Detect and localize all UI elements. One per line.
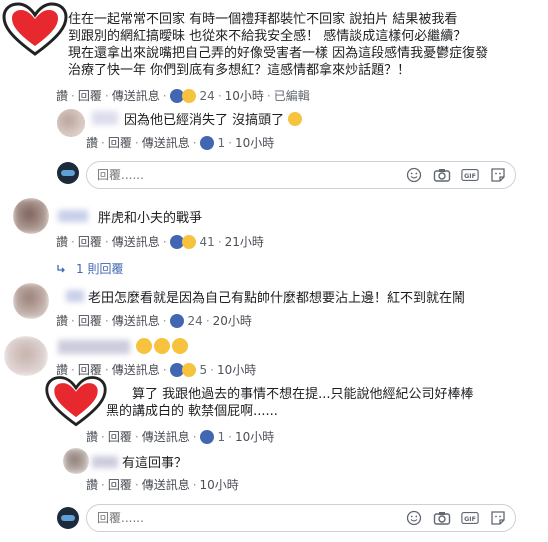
emoji-icon[interactable] xyxy=(405,166,423,184)
reaction-emojis xyxy=(136,338,188,354)
reaction-count[interactable]: 1 xyxy=(199,135,225,150)
reply-link[interactable]: 回覆 xyxy=(108,476,132,493)
avatar[interactable] xyxy=(13,283,49,319)
timestamp[interactable]: 21小時 xyxy=(225,233,264,250)
timestamp[interactable]: 10小時 xyxy=(235,134,274,151)
timestamp[interactable]: 10小時 xyxy=(225,87,264,104)
svg-text:GIF: GIF xyxy=(464,516,476,523)
scream-emoji-icon xyxy=(136,338,152,354)
timestamp[interactable]: 10小時 xyxy=(217,361,256,378)
scream-emoji-icon xyxy=(172,338,188,354)
reaction-count[interactable]: 24 xyxy=(169,88,215,103)
avatar[interactable] xyxy=(57,109,85,137)
send-message-link[interactable]: 傳送訊息 xyxy=(142,476,190,493)
like-link[interactable]: 讚 xyxy=(56,87,68,104)
reply-link[interactable]: 回覆 xyxy=(108,428,132,445)
reply-link[interactable]: 回覆 xyxy=(78,87,102,104)
laughing-emoji-icon xyxy=(288,112,303,126)
wow-reaction-icon xyxy=(181,362,196,377)
comment-text: 老田怎麼看就是因為自己有點帥什麼都想要沾上邊！紅不到就在鬧 xyxy=(88,291,466,306)
comment-actions: 讚 · 回覆 · 傳送訊息 · 24 · 10小時 · 已編輯 xyxy=(56,87,310,104)
like-reaction-icon xyxy=(169,313,184,328)
username-redacted xyxy=(92,456,118,468)
reaction-count[interactable]: 41 xyxy=(169,234,215,249)
heart-sticker-icon xyxy=(0,2,70,58)
reply-text: 有這回事？ xyxy=(122,456,188,471)
reaction-count[interactable]: 5 xyxy=(169,362,207,377)
edited-label[interactable]: 已編輯 xyxy=(274,87,310,104)
wow-reaction-icon xyxy=(181,88,196,103)
reply-actions: 讚 · 回覆 · 傳送訊息 · 10小時 xyxy=(86,476,239,493)
send-message-link[interactable]: 傳送訊息 xyxy=(112,87,160,104)
comment-actions: 讚 · 回覆 · 傳送訊息 · 41 · 21小時 xyxy=(56,233,264,250)
camera-icon[interactable] xyxy=(433,509,451,527)
avatar[interactable] xyxy=(4,336,48,376)
camera-icon[interactable] xyxy=(433,166,451,184)
username-redacted xyxy=(58,340,130,354)
like-reaction-icon xyxy=(199,429,214,444)
send-message-link[interactable]: 傳送訊息 xyxy=(142,134,190,151)
like-link[interactable]: 讚 xyxy=(86,134,98,151)
timestamp[interactable]: 10小時 xyxy=(200,476,239,493)
like-link[interactable]: 讚 xyxy=(56,312,68,329)
view-replies-link[interactable]: 1 則回覆 xyxy=(56,260,123,277)
avatar[interactable] xyxy=(63,448,89,474)
comment-text: 胖虎和小夫的戰爭 xyxy=(98,211,203,226)
reply-actions: 讚 · 回覆 · 傳送訊息 · 1 · 10小時 xyxy=(86,134,275,151)
reply-text: 算了 我跟他過去的事情不想在提...只能說他經紀公司好棒棒 黑的講成白的 軟禁個… xyxy=(106,387,474,419)
avatar[interactable] xyxy=(13,198,49,234)
gif-icon[interactable]: GIF xyxy=(461,166,479,184)
reply-actions: 讚 · 回覆 · 傳送訊息 · 1 · 10小時 xyxy=(86,428,275,445)
emoji-icon[interactable] xyxy=(405,509,423,527)
comment-actions: 讚 · 回覆 · 傳送訊息 · 24 · 20小時 xyxy=(56,312,252,329)
my-avatar xyxy=(57,507,79,529)
reaction-count[interactable]: 1 xyxy=(199,429,225,444)
scream-emoji-icon xyxy=(154,338,170,354)
haha-reaction-icon xyxy=(181,234,196,249)
sticker-icon[interactable] xyxy=(489,166,507,184)
username-redacted xyxy=(92,111,118,125)
reply-text: 因為他已經消失了 沒搞頭了 xyxy=(124,112,303,129)
timestamp[interactable]: 20小時 xyxy=(213,312,252,329)
reply-link[interactable]: 回覆 xyxy=(78,233,102,250)
send-message-link[interactable]: 傳送訊息 xyxy=(112,361,160,378)
sticker-icon[interactable] xyxy=(489,509,507,527)
username-redacted xyxy=(66,290,84,302)
svg-text:GIF: GIF xyxy=(464,173,476,180)
like-link[interactable]: 讚 xyxy=(86,428,98,445)
reply-input-box[interactable]: GIF xyxy=(86,504,516,532)
send-message-link[interactable]: 傳送訊息 xyxy=(112,233,160,250)
send-message-link[interactable]: 傳送訊息 xyxy=(142,428,190,445)
reaction-count[interactable]: 24 xyxy=(169,313,203,328)
reply-input-box[interactable]: GIF xyxy=(86,161,516,189)
timestamp[interactable]: 10小時 xyxy=(235,428,274,445)
heart-sticker-icon xyxy=(43,375,109,429)
username-redacted xyxy=(58,210,88,222)
reply-arrow-icon xyxy=(57,264,65,272)
reply-link[interactable]: 回覆 xyxy=(108,134,132,151)
gif-icon[interactable]: GIF xyxy=(461,509,479,527)
my-avatar xyxy=(57,162,79,184)
like-link[interactable]: 讚 xyxy=(86,476,98,493)
like-reaction-icon xyxy=(199,135,214,150)
reply-link[interactable]: 回覆 xyxy=(78,312,102,329)
like-link[interactable]: 讚 xyxy=(56,233,68,250)
comment-text: 住在一起常常不回家 有時一個禮拜都裝忙不回家 說拍片 結果被我看 到跟別的網紅搞… xyxy=(68,12,489,78)
reply-input[interactable] xyxy=(97,168,405,182)
reply-input[interactable] xyxy=(97,511,405,525)
send-message-link[interactable]: 傳送訊息 xyxy=(112,312,160,329)
